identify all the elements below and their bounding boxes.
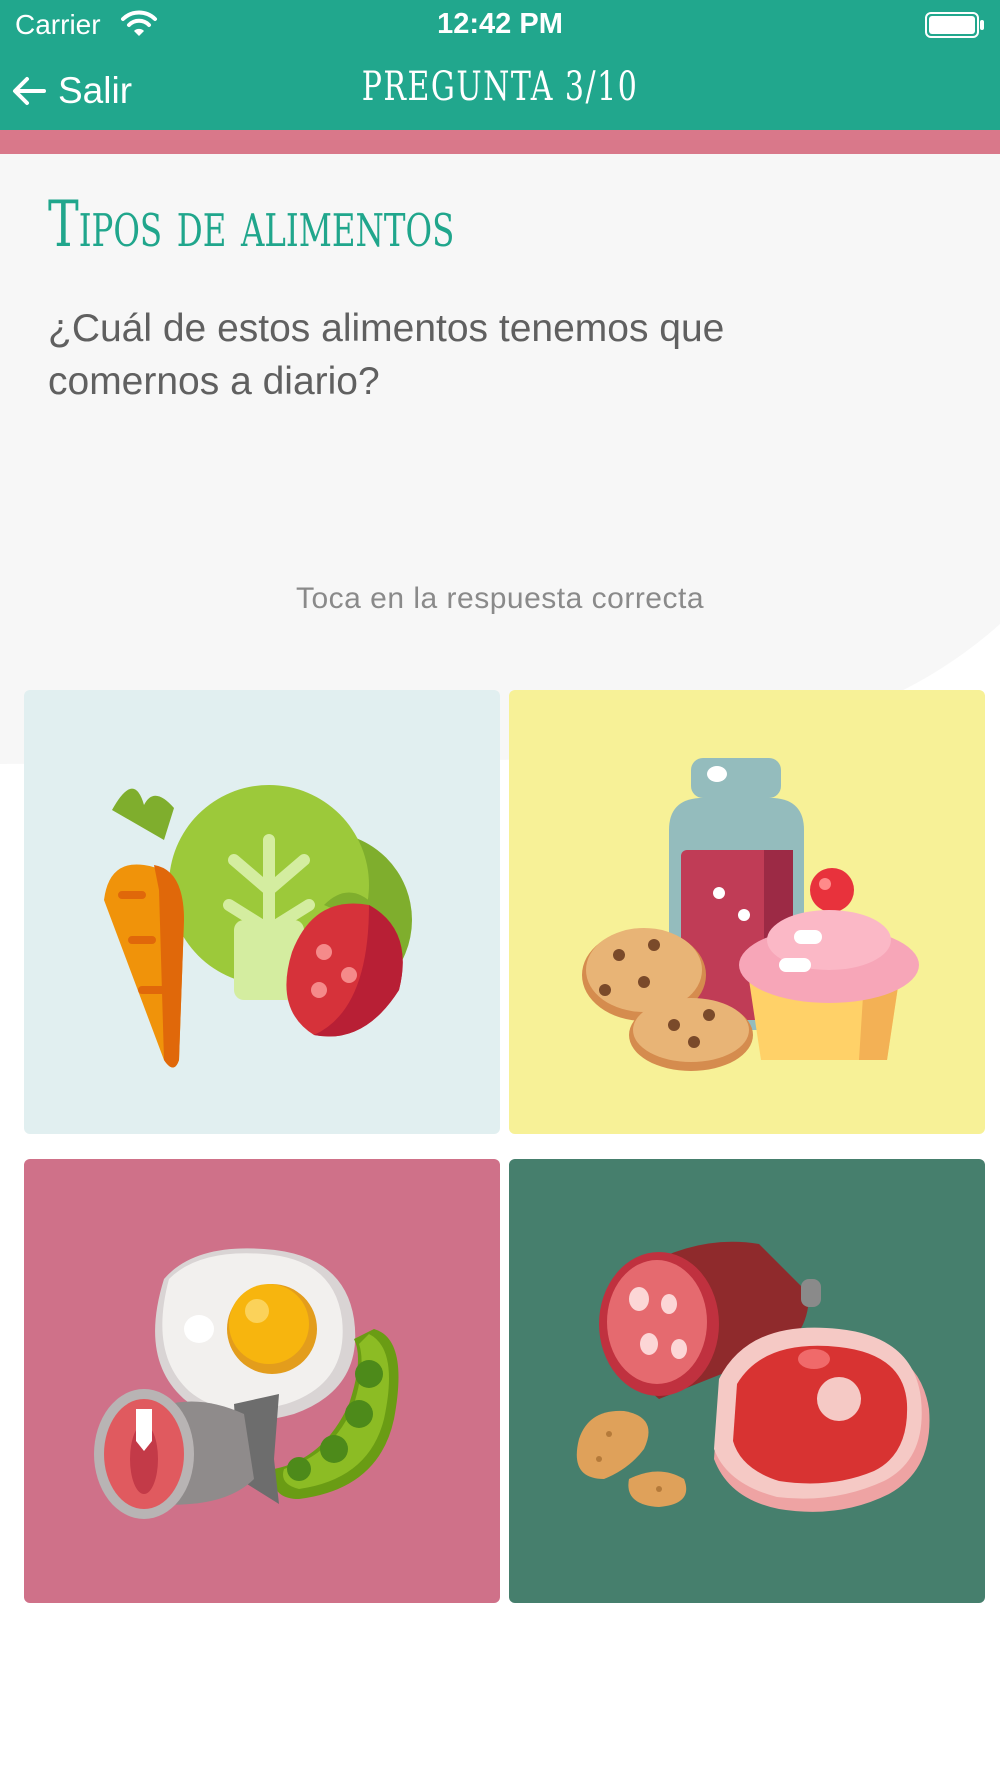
answer-option-sweets[interactable] [509, 690, 985, 1134]
progress-accent-bar [0, 130, 1000, 154]
egg-fish-peas-illustration [94, 1248, 399, 1519]
back-label: Salir [58, 70, 133, 111]
vegetables-illustration [104, 785, 412, 1068]
clock: 12:42 PM [437, 8, 563, 40]
back-button[interactable]: Salir [10, 66, 132, 116]
topic-heading: Tipos de alimentos [48, 188, 455, 262]
battery-icon [925, 12, 985, 38]
answer-option-protein[interactable] [24, 1159, 500, 1603]
status-bar: Carrier 12:42 PM [0, 0, 1000, 50]
answer-option-meats[interactable] [509, 1159, 985, 1603]
nav-title: PREGUNTA 3/10 [361, 64, 639, 110]
hint-text: Toca en la respuesta correcta [295, 582, 705, 615]
sweets-illustration [582, 758, 919, 1071]
answer-option-vegetables[interactable] [24, 690, 500, 1134]
navigation-bar: Salir PREGUNTA 3/10 [0, 50, 1000, 130]
arrow-left-icon [13, 77, 46, 105]
sausage-meat-illustration [576, 1241, 930, 1512]
question-text: ¿Cuál de estos alimentos tenemos que com… [48, 307, 725, 403]
